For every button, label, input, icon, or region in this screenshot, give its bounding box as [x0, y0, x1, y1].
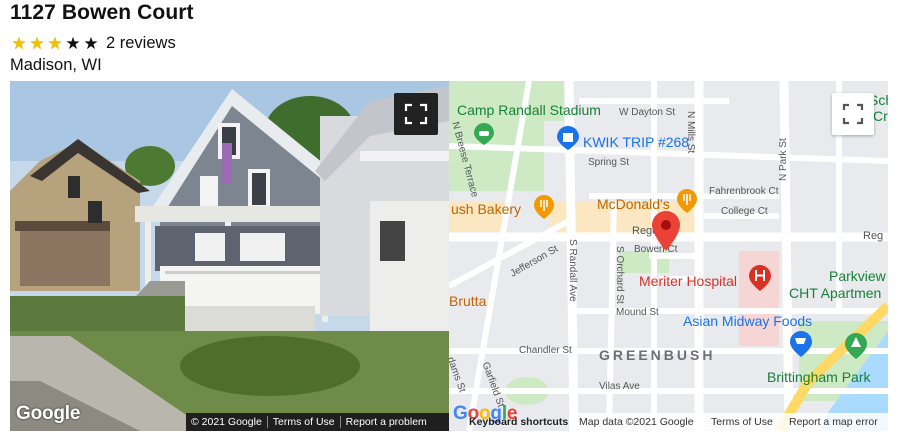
hospital-pin-icon[interactable]: [749, 265, 771, 291]
reviews-count[interactable]: 2 reviews: [106, 34, 176, 53]
street-label: N Park St: [778, 138, 789, 181]
street-view-footer: © 2021 Google Terms of Use Report a prob…: [186, 413, 449, 431]
map-label-stadium[interactable]: Camp Randall Stadium: [457, 103, 601, 117]
map-label-kwik-trip[interactable]: KWIK TRIP #268: [583, 135, 689, 149]
restaurant-pin-icon[interactable]: [677, 189, 697, 213]
terms-link[interactable]: Terms of Use: [268, 416, 340, 428]
shopping-cart-pin-icon[interactable]: [790, 331, 812, 357]
copyright-text: © 2021 Google: [191, 416, 262, 428]
street-label: Reg: [863, 230, 884, 242]
shopping-pin-icon[interactable]: [557, 126, 579, 150]
map-label-hospital[interactable]: Meriter Hospital: [639, 274, 737, 288]
park-pin-icon[interactable]: [845, 333, 867, 359]
street-label: S Randall Ave: [567, 239, 578, 302]
report-problem-link[interactable]: Report a problem: [341, 416, 432, 428]
keyboard-shortcuts-link[interactable]: Keyboard shortcuts: [469, 416, 568, 428]
star-filled-icon: ★: [11, 33, 27, 53]
star-rating: ★ ★ ★ ★ ★: [10, 35, 100, 52]
fullscreen-icon: [842, 103, 864, 125]
map-label-parkview-apartments[interactable]: CHT Apartmen: [789, 286, 881, 300]
map-label-asian-foods[interactable]: Asian Midway Foods: [683, 314, 812, 328]
street-label: Fahrenbrook Ct: [709, 186, 779, 197]
street-view-image[interactable]: [10, 81, 449, 431]
star-filled-icon: ★: [47, 33, 63, 53]
street-label: W Dayton St: [619, 107, 676, 118]
park-pin-icon[interactable]: [474, 123, 494, 145]
fullscreen-icon: [404, 103, 428, 125]
rating-row: ★ ★ ★ ★ ★ 2 reviews: [10, 33, 176, 53]
location-pin-icon[interactable]: [652, 211, 680, 251]
street-label: Chandler St: [519, 345, 572, 356]
location-text: Madison, WI: [10, 56, 102, 74]
listing-title: 1127 Bowen Court: [10, 1, 194, 24]
street-label: S Orchard St: [614, 246, 625, 304]
star-empty-icon: ★: [65, 33, 81, 53]
street-label: Spring St: [588, 157, 630, 168]
map-label-partial: Cr: [873, 108, 888, 124]
restaurant-pin-icon[interactable]: [534, 195, 554, 219]
map-footer: Keyboard shortcuts Map data ©2021 Google…: [449, 413, 888, 431]
map-label-parkview: Parkview: [829, 268, 886, 284]
street-label: Vilas Ave: [599, 381, 640, 392]
star-empty-icon: ★: [83, 33, 99, 53]
map-label-brutta[interactable]: Brutta: [449, 294, 486, 308]
map-label-bakery[interactable]: ush Bakery: [451, 202, 521, 216]
map-label-mcdonalds[interactable]: McDonald's: [597, 197, 670, 211]
report-map-error-link[interactable]: Report a map error: [789, 416, 878, 428]
star-filled-icon: ★: [29, 33, 45, 53]
street-label: College Ct: [721, 206, 768, 217]
terms-link[interactable]: Terms of Use: [711, 416, 773, 428]
street-label: Mound St: [616, 307, 659, 318]
map-data-text: Map data ©2021 Google: [579, 416, 694, 428]
map-label-brittingham[interactable]: Brittingham Park: [767, 370, 870, 384]
map-fullscreen-button[interactable]: [832, 93, 874, 135]
map-panel[interactable]: Camp Randall Stadium W Dayton St N Mills…: [449, 81, 888, 431]
neighborhood-label: GREENBUSH: [599, 347, 716, 363]
street-view-fullscreen-button[interactable]: [394, 93, 438, 135]
street-view-panel[interactable]: Google © 2021 Google Terms of Use Report…: [10, 81, 449, 431]
google-logo: Google: [16, 403, 81, 424]
